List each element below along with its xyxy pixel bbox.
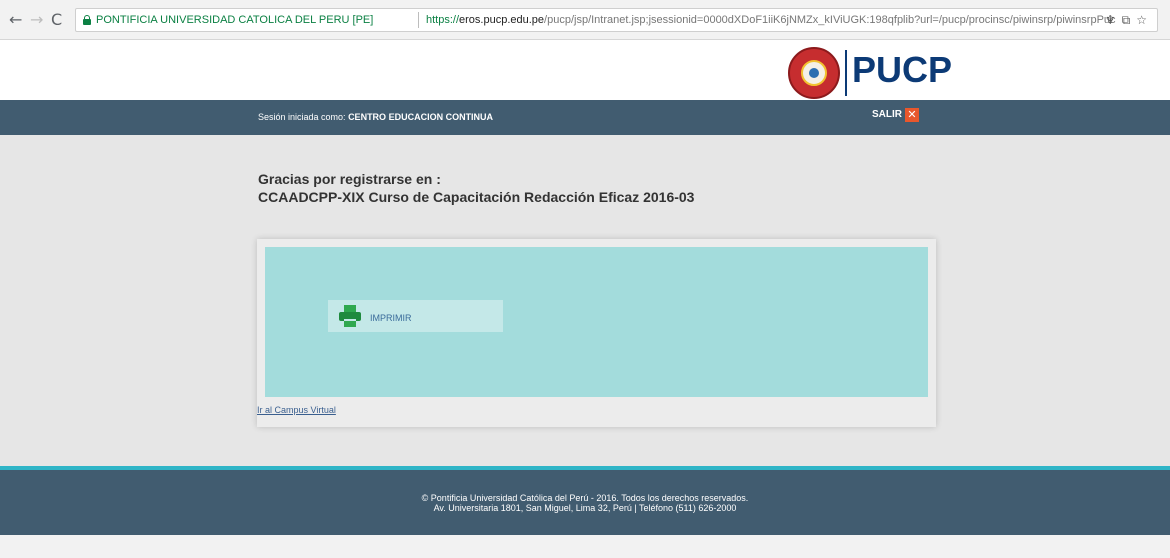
logout-button[interactable]: SALIR ✕ <box>872 108 919 122</box>
course-title: CCAADCPP-XIX Curso de Capacitación Redac… <box>258 189 695 205</box>
copyright-text: © Pontificia Universidad Católica del Pe… <box>421 493 749 503</box>
session-bar: Sesión iniciada como: CENTRO EDUCACION C… <box>0 100 1170 135</box>
browser-toolbar: ← → C PONTIFICIA UNIVERSIDAD CATOLICA DE… <box>0 0 1170 40</box>
extension-icons: ♆ ⧉ ☆ <box>1099 13 1147 28</box>
printer-icon <box>339 305 361 327</box>
session-user: CENTRO EDUCACION CONTINUA <box>348 112 494 122</box>
lock-icon <box>83 15 91 25</box>
url-path: /pucp/jsp/Intranet.jsp;jsessionid=0000dX… <box>544 14 1116 26</box>
print-button[interactable]: IMPRIMIR <box>328 300 503 332</box>
extension-icon[interactable]: ♆ <box>1105 13 1116 27</box>
url-domain: eros.pucp.edu.pe <box>459 14 545 26</box>
logout-label: SALIR <box>872 109 902 120</box>
session-status: Sesión iniciada como: CENTRO EDUCACION C… <box>258 112 493 122</box>
university-seal-icon <box>788 47 840 99</box>
registration-card: IMPRIMIR Ir al Campus Virtual <box>257 239 936 427</box>
site-header: PUCP <box>0 40 1170 100</box>
main-content: Gracias por registrarse en : CCAADCPP-XI… <box>0 135 1170 466</box>
close-icon[interactable]: ✕ <box>905 108 919 122</box>
print-panel: IMPRIMIR <box>265 247 928 397</box>
bookmark-star-icon[interactable]: ☆ <box>1136 13 1147 27</box>
site-identity: PONTIFICIA UNIVERSIDAD CATOLICA DEL PERU… <box>96 14 374 26</box>
campus-virtual-link[interactable]: Ir al Campus Virtual <box>257 405 336 415</box>
page-bottom <box>0 535 1170 558</box>
forward-arrow-icon[interactable]: → <box>30 10 43 30</box>
url-text[interactable]: https://eros.pucp.edu.pe/pucp/jsp/Intran… <box>426 14 1116 26</box>
reload-icon[interactable]: C <box>51 10 62 30</box>
session-prefix: Sesión iniciada como: <box>258 112 349 122</box>
print-label: IMPRIMIR <box>370 313 412 323</box>
address-bar[interactable]: PONTIFICIA UNIVERSIDAD CATOLICA DEL PERU… <box>75 8 1158 32</box>
thanks-heading: Gracias por registrarse en : <box>258 171 441 187</box>
translate-icon[interactable]: ⧉ <box>1122 13 1131 27</box>
address-text: Av. Universitaria 1801, San Miguel, Lima… <box>433 503 737 513</box>
url-scheme: https:// <box>426 14 460 26</box>
logo-text[interactable]: PUCP <box>852 49 952 91</box>
back-arrow-icon[interactable]: ← <box>9 10 22 30</box>
address-divider <box>418 12 419 28</box>
logo-divider <box>845 50 847 96</box>
footer: © Pontificia Universidad Católica del Pe… <box>0 466 1170 535</box>
